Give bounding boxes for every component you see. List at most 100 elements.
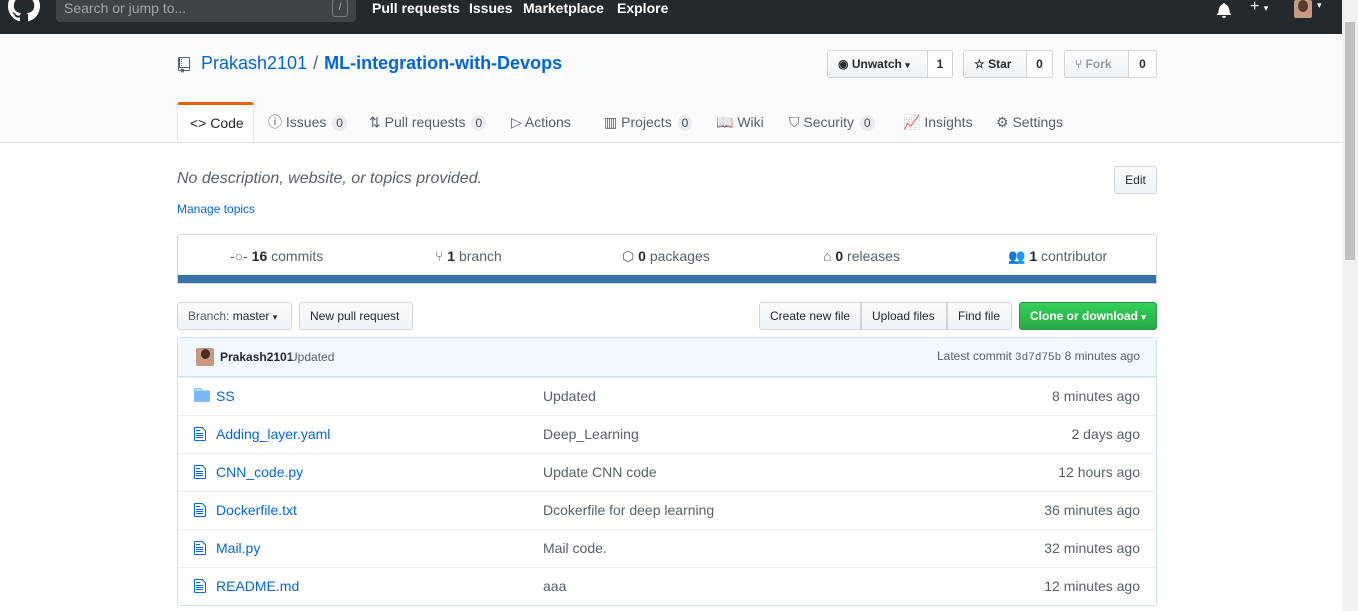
- tab-wiki-label: Wiki: [737, 114, 764, 130]
- commit-sha-link[interactable]: 3d7d75b: [1015, 352, 1061, 364]
- commit-icon: -○-: [230, 248, 248, 264]
- fork-button[interactable]: ⑂ Fork: [1064, 50, 1129, 78]
- latest-commit-prefix: Latest commit: [937, 349, 1012, 363]
- caret-down-icon: ▾: [1263, 3, 1269, 13]
- unwatch-label: Unwatch: [851, 57, 902, 71]
- branch-name: master: [232, 309, 270, 323]
- find-file-button[interactable]: Find file: [947, 302, 1012, 330]
- scrollbar-thumb[interactable]: [1345, 22, 1355, 260]
- manage-topics-link[interactable]: Manage topics: [177, 202, 255, 216]
- author-avatar[interactable]: [196, 348, 214, 366]
- branch-label: branch: [458, 248, 502, 264]
- watch-count[interactable]: 1: [928, 50, 953, 78]
- folder-icon: [194, 388, 210, 402]
- file-age: 8 minutes ago: [1052, 388, 1140, 404]
- top-navbar: Search or jump to... / Pull requests Iss…: [0, 0, 1342, 34]
- file-commit-message[interactable]: Update CNN code: [543, 464, 657, 480]
- star-count[interactable]: 0: [1027, 50, 1053, 78]
- upload-files-button[interactable]: Upload files: [861, 302, 947, 330]
- file-name-link[interactable]: README.md: [216, 578, 299, 594]
- repo-summary: -○- 16 commits ⑂ 1 branch ⬡ 0 packages ⌂…: [177, 234, 1157, 284]
- unwatch-button[interactable]: ◉ Unwatch ▾: [827, 50, 928, 78]
- file-icon: [194, 427, 206, 441]
- file-commit-message[interactable]: Updated: [543, 388, 596, 404]
- file-age: 12 hours ago: [1058, 464, 1140, 480]
- file-name-link[interactable]: Dockerfile.txt: [216, 502, 297, 518]
- commits-link[interactable]: -○- 16 commits: [230, 248, 323, 264]
- repo-icon: [178, 57, 190, 73]
- releases-label: releases: [847, 248, 900, 264]
- caret-down-icon: ▾: [1141, 312, 1146, 322]
- fork-count[interactable]: 0: [1129, 50, 1157, 78]
- repo-title-separator: /: [313, 53, 319, 73]
- nav-issues[interactable]: Issues: [469, 0, 513, 16]
- eye-icon: ◉: [838, 57, 849, 71]
- search-input[interactable]: Search or jump to... /: [56, 0, 356, 22]
- tab-issues-count: 0: [332, 115, 347, 131]
- caret-down-icon: ▾: [905, 60, 910, 70]
- edit-description-button[interactable]: Edit: [1114, 166, 1157, 194]
- nav-pull-requests[interactable]: Pull requests: [372, 0, 460, 16]
- tab-insights-label: Insights: [924, 114, 973, 130]
- file-name-link[interactable]: CNN_code.py: [216, 464, 303, 480]
- tag-icon: ⌂: [823, 248, 832, 264]
- page-scrollbar[interactable]: [1342, 0, 1358, 611]
- repo-name-link[interactable]: ML-integration-with-Devops: [324, 53, 562, 73]
- branch-link[interactable]: ⑂ 1 branch: [435, 248, 502, 264]
- github-logo-icon[interactable]: [8, 0, 40, 22]
- tab-wiki[interactable]: 📖 Wiki: [716, 102, 764, 142]
- avatar-caret-down-icon[interactable]: ▾: [1317, 0, 1322, 11]
- new-pull-request-button[interactable]: New pull request: [299, 302, 413, 330]
- file-row-ss[interactable]: SS Updated 8 minutes ago: [178, 377, 1156, 415]
- graph-icon: 📈: [903, 114, 921, 130]
- file-name-link[interactable]: SS: [216, 388, 235, 404]
- file-commit-message[interactable]: aaa: [543, 578, 566, 594]
- tab-actions[interactable]: ▷ Actions: [511, 102, 571, 142]
- nav-marketplace[interactable]: Marketplace: [523, 0, 604, 16]
- commit-message-link[interactable]: Updated: [289, 350, 334, 364]
- nav-explore[interactable]: Explore: [617, 0, 668, 16]
- file-row-readme[interactable]: README.md aaa 12 minutes ago: [178, 567, 1156, 605]
- package-icon: ⬡: [622, 248, 635, 264]
- plus-dropdown[interactable]: + ▾: [1250, 0, 1268, 16]
- contributor-count: 1: [1029, 248, 1038, 264]
- search-shortcut-key: /: [332, 0, 348, 17]
- tab-issues[interactable]: ⓘ Issues 0: [268, 102, 347, 142]
- contributor-link[interactable]: 👥 1 contributor: [1008, 248, 1107, 265]
- file-commit-message[interactable]: Dcokerfile for deep learning: [543, 502, 714, 518]
- packages-link[interactable]: ⬡ 0 packages: [622, 248, 710, 265]
- tab-pull-requests[interactable]: ⇅ Pull requests 0: [369, 102, 487, 142]
- star-button[interactable]: ☆ Star: [963, 50, 1027, 78]
- file-name-link[interactable]: Adding_layer.yaml: [216, 426, 330, 442]
- clone-label: Clone or download: [1030, 309, 1138, 323]
- file-age: 2 days ago: [1071, 426, 1141, 442]
- commits-count: 16: [251, 248, 268, 264]
- commit-author-link[interactable]: Prakash2101: [220, 350, 293, 364]
- repo-description: No description, website, or topics provi…: [177, 170, 483, 187]
- tab-insights[interactable]: 📈 Insights: [903, 102, 973, 142]
- tab-projects[interactable]: ▥ Projects 0: [604, 102, 693, 142]
- file-name-link[interactable]: Mail.py: [216, 540, 260, 556]
- file-row-dockerfile[interactable]: Dockerfile.txt Dcokerfile for deep learn…: [178, 491, 1156, 529]
- branch-select-button[interactable]: Branch: master ▾: [177, 302, 292, 330]
- branch-icon: ⑂: [435, 248, 444, 264]
- tab-projects-label: Projects: [621, 114, 672, 130]
- bell-icon[interactable]: [1217, 2, 1231, 18]
- shield-icon: ⛉: [789, 114, 800, 130]
- file-row-mail[interactable]: Mail.py Mail code. 32 minutes ago: [178, 529, 1156, 567]
- tab-projects-count: 0: [677, 115, 693, 131]
- releases-link[interactable]: ⌂ 0 releases: [823, 248, 900, 264]
- file-icon: [194, 465, 206, 479]
- file-row-cnn-code[interactable]: CNN_code.py Update CNN code 12 hours ago: [178, 453, 1156, 491]
- clone-or-download-button[interactable]: Clone or download ▾: [1019, 302, 1157, 330]
- tab-code[interactable]: <> Code: [177, 102, 254, 142]
- create-new-file-button[interactable]: Create new file: [759, 302, 861, 330]
- user-avatar[interactable]: [1294, 0, 1312, 18]
- language-bar[interactable]: [178, 275, 1156, 283]
- tab-settings[interactable]: ⚙ Settings: [996, 102, 1063, 142]
- tab-security[interactable]: ⛉ Security 0: [789, 102, 875, 142]
- repo-owner-link[interactable]: Prakash2101: [201, 53, 307, 73]
- file-commit-message[interactable]: Mail code.: [543, 540, 607, 556]
- file-row-adding-layer[interactable]: Adding_layer.yaml Deep_Learning 2 days a…: [178, 415, 1156, 453]
- file-commit-message[interactable]: Deep_Learning: [543, 426, 639, 442]
